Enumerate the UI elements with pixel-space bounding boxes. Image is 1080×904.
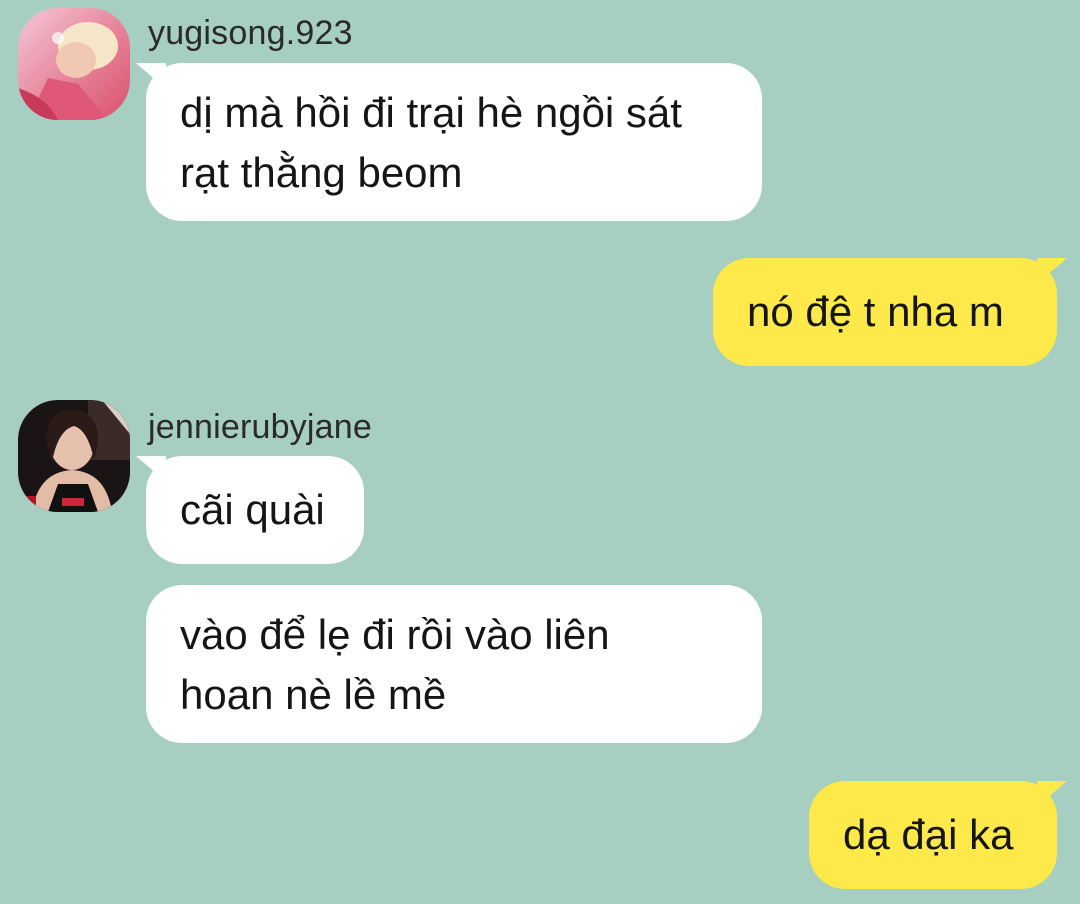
message-text-line: rạt thằng beom <box>180 149 463 196</box>
bubble-tail <box>136 456 166 482</box>
message-text-line: cãi quài <box>180 486 325 533</box>
avatar[interactable] <box>18 8 130 120</box>
bubble-tail <box>136 63 166 89</box>
message-text-line: nó đệ t nha m <box>747 288 1004 335</box>
message-text-line: hoan nè lề mề <box>180 671 447 718</box>
message-text-line: dạ đại ka <box>843 811 1014 858</box>
avatar[interactable] <box>18 400 130 512</box>
message-bubble[interactable]: nó đệ t nha m <box>713 258 1067 366</box>
message-bubble[interactable]: dị mà hồi đi trại hè ngồi sát rạt thằng … <box>136 63 762 221</box>
message-text-line: vào để lẹ đi rồi vào liên <box>180 611 610 658</box>
bubble-tail <box>1037 781 1067 807</box>
message-text-line: dị mà hồi đi trại hè ngồi sát <box>180 89 682 136</box>
profile-photo-icon <box>18 8 130 120</box>
profile-photo-icon <box>18 400 130 512</box>
bubble-tail <box>1037 258 1067 284</box>
message-bubble[interactable]: cãi quài <box>136 456 364 564</box>
chat-thread: yugisong.923 dị mà hồi đi trại hè ngồi s… <box>0 0 1080 904</box>
message-bubble[interactable]: vào để lẹ đi rồi vào liên hoan nè lề mề <box>146 585 762 743</box>
sender-name: yugisong.923 <box>148 14 353 52</box>
message-bubble[interactable]: dạ đại ka <box>809 781 1067 889</box>
sender-name: jennierubyjane <box>148 408 372 446</box>
